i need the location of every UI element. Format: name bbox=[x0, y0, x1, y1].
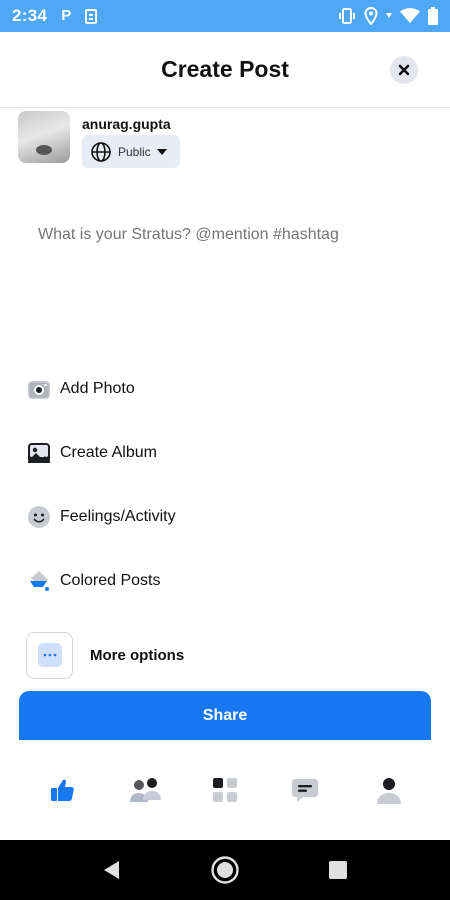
avatar[interactable] bbox=[18, 111, 70, 163]
globe-icon bbox=[91, 141, 111, 162]
back-icon bbox=[104, 861, 119, 879]
share-button[interactable]: Share bbox=[19, 691, 431, 741]
post-composer-input[interactable] bbox=[38, 226, 428, 244]
privacy-label: Public bbox=[118, 144, 151, 159]
tab-profile[interactable] bbox=[369, 770, 409, 810]
recents-icon bbox=[329, 861, 347, 879]
option-label: Colored Posts bbox=[60, 572, 161, 589]
grid-icon bbox=[213, 778, 237, 802]
smiley-icon bbox=[26, 504, 52, 530]
thumbs-up-icon bbox=[51, 779, 74, 801]
bottom-tab-bar bbox=[0, 740, 450, 840]
more-options-box bbox=[26, 631, 73, 679]
system-nav-bar bbox=[0, 840, 450, 900]
recents-button[interactable] bbox=[323, 855, 353, 885]
location-icon bbox=[364, 7, 378, 25]
add-photo-option[interactable]: Add Photo bbox=[26, 374, 135, 404]
chat-icon bbox=[292, 779, 318, 802]
image-icon bbox=[26, 440, 52, 466]
tab-messages[interactable] bbox=[285, 770, 325, 810]
signal-dot-icon bbox=[386, 13, 392, 18]
option-label: Create Album bbox=[60, 444, 157, 461]
create-album-option[interactable]: Create Album bbox=[26, 438, 157, 468]
option-label: Add Photo bbox=[60, 380, 135, 397]
paint-bucket-icon bbox=[26, 568, 52, 594]
camera-icon bbox=[26, 376, 52, 402]
wifi-icon bbox=[400, 8, 420, 23]
page-title: Create Post bbox=[161, 56, 289, 82]
feelings-activity-option[interactable]: Feelings/Activity bbox=[26, 502, 176, 532]
ellipsis-icon bbox=[37, 643, 62, 667]
chevron-down-icon bbox=[156, 148, 167, 155]
home-button[interactable] bbox=[210, 855, 240, 885]
profile-icon bbox=[377, 778, 401, 804]
back-button[interactable] bbox=[97, 855, 127, 885]
battery-icon bbox=[428, 7, 438, 25]
colored-posts-option[interactable]: Colored Posts bbox=[26, 566, 161, 596]
people-icon bbox=[130, 778, 161, 802]
status-time: 2:34 bbox=[12, 6, 48, 25]
close-button[interactable] bbox=[390, 56, 418, 84]
option-label: Feelings/Activity bbox=[60, 508, 176, 525]
home-icon bbox=[211, 856, 239, 884]
tab-menu[interactable] bbox=[205, 770, 245, 810]
close-icon bbox=[398, 64, 410, 76]
note-icon bbox=[85, 8, 98, 24]
tab-friends[interactable] bbox=[126, 770, 166, 810]
more-options-label: More options bbox=[90, 646, 185, 664]
header: Create Post bbox=[0, 32, 450, 108]
parking-icon: P bbox=[61, 7, 72, 24]
status-bar: 2:34 P bbox=[0, 0, 450, 32]
more-options-button[interactable]: More options bbox=[26, 631, 326, 679]
privacy-selector[interactable]: Public bbox=[82, 135, 180, 168]
username: anurag.gupta bbox=[82, 116, 171, 132]
vibrate-icon bbox=[339, 8, 355, 24]
tab-likes[interactable] bbox=[42, 770, 82, 810]
